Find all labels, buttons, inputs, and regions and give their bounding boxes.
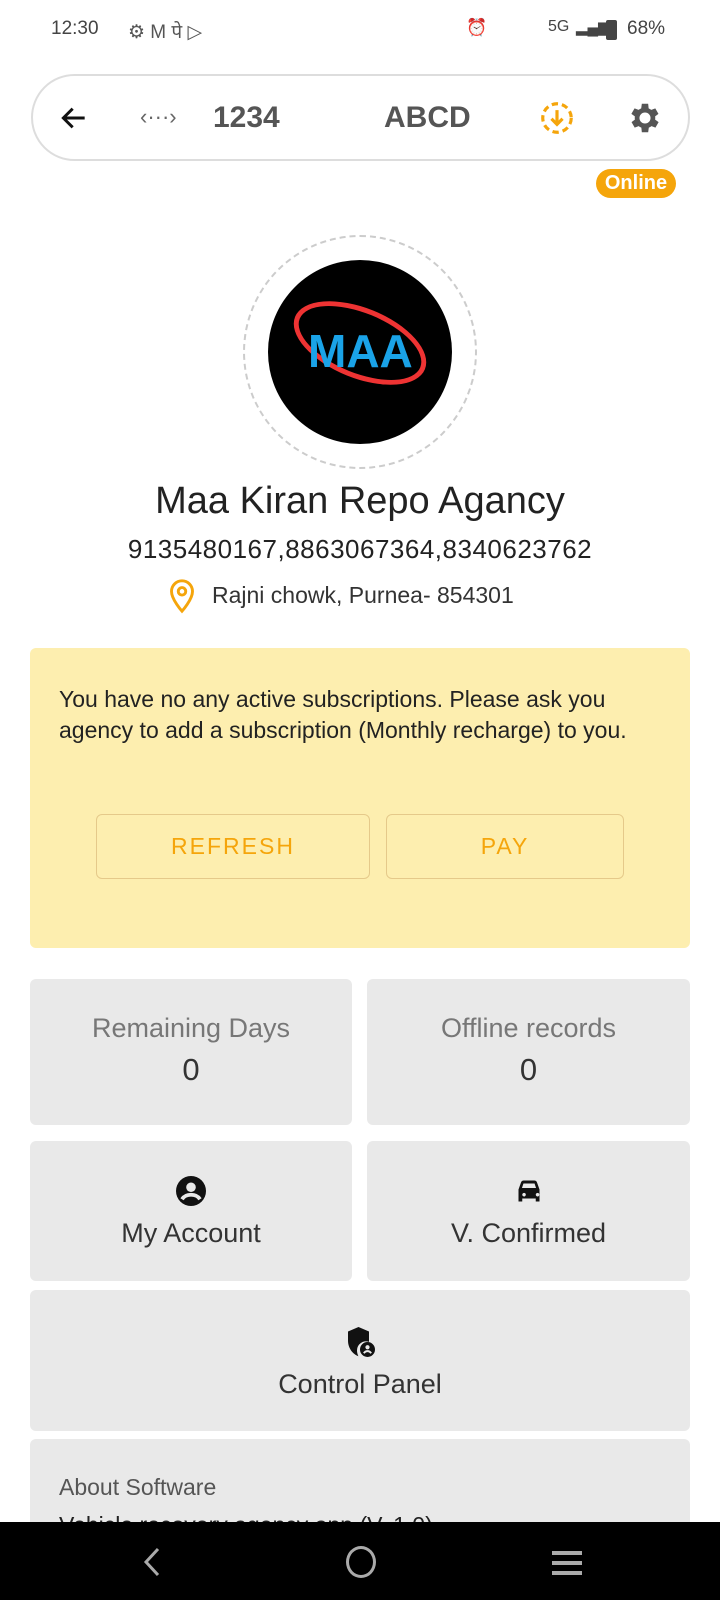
location-pin-icon <box>170 579 194 614</box>
online-status-badge: Online <box>596 169 676 198</box>
agency-address: Rajni chowk, Purnea- 854301 <box>212 582 514 608</box>
nav-recents-icon[interactable] <box>551 1550 583 1576</box>
admin-shield-icon <box>348 1327 375 1357</box>
offline-records-card[interactable]: Offline records 0 <box>367 979 690 1125</box>
settings-gear-icon[interactable] <box>626 99 664 137</box>
v-confirmed-label: V. Confirmed <box>450 1218 607 1248</box>
agency-phones: 9135480167,8863067364,8340623762 <box>127 534 593 564</box>
top-bar <box>31 74 690 161</box>
account-circle-icon <box>176 1176 206 1206</box>
battery-icon <box>606 20 617 40</box>
status-bar: 12:30 ⚙ M पे ▷ ⏰ 5G ▂▄▆ 68% <box>0 18 720 44</box>
nav-home-icon[interactable] <box>346 1546 376 1578</box>
stat-value: 0 <box>519 1052 538 1087</box>
status-time: 12:30 <box>51 18 99 39</box>
back-arrow-icon[interactable] <box>58 102 90 134</box>
refresh-button[interactable]: REFRESH <box>96 814 370 879</box>
subscription-notice: You have no any active subscriptions. Pl… <box>30 648 690 948</box>
control-panel-label: Control Panel <box>278 1369 442 1399</box>
agency-logo: MAA <box>268 260 452 444</box>
control-panel-button[interactable]: Control Panel <box>30 1290 690 1431</box>
network-label: 5G <box>548 18 570 35</box>
v-confirmed-button[interactable]: V. Confirmed <box>367 1141 690 1281</box>
stat-label: Offline records <box>440 1013 617 1043</box>
logo-text: MAA <box>308 325 413 377</box>
header-name: ABCD <box>384 101 471 134</box>
header-code: 1234 <box>213 101 280 134</box>
stat-label: Remaining Days <box>91 1013 291 1043</box>
my-account-button[interactable]: My Account <box>30 1141 352 1281</box>
navigation-bar <box>0 1522 720 1600</box>
code-icon: ‹···› <box>140 104 177 129</box>
pay-button[interactable]: PAY <box>386 814 624 879</box>
car-icon <box>518 1180 539 1202</box>
alarm-icon: ⏰ <box>466 18 488 37</box>
nav-back-icon[interactable] <box>140 1546 164 1578</box>
notice-message: You have no any active subscriptions. Pl… <box>59 686 627 743</box>
battery-level: 68% <box>627 18 666 39</box>
notification-icons: ⚙ M पे ▷ <box>128 22 203 43</box>
remaining-days-card: Remaining Days 0 <box>30 979 352 1125</box>
signal-icon: ▂▄▆ <box>576 19 610 36</box>
stat-value: 0 <box>182 1052 200 1087</box>
my-account-label: My Account <box>121 1218 261 1248</box>
about-title: About Software <box>59 1474 217 1500</box>
download-icon[interactable] <box>538 99 576 137</box>
agency-name: Maa Kiran Repo Agancy <box>155 480 565 522</box>
